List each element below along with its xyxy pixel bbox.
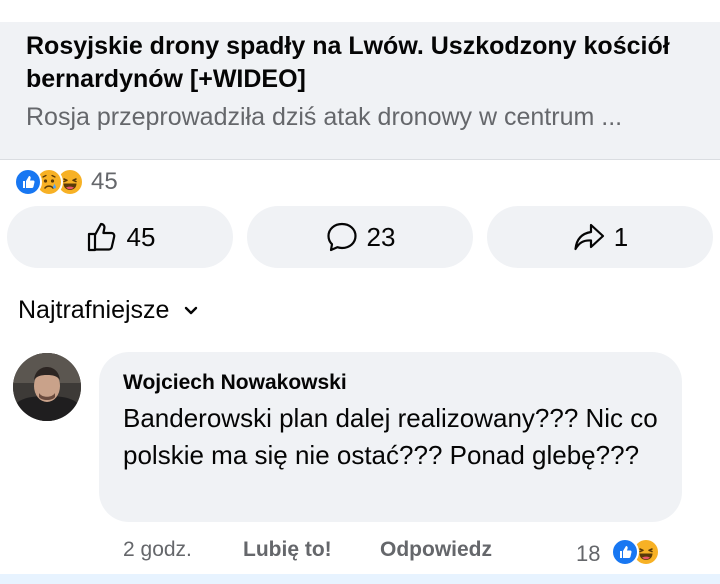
comment-reaction-icons[interactable]	[611, 538, 660, 566]
comment-timestamp[interactable]: 2 godz.	[123, 538, 192, 562]
link-description: Rosja przeprowadziła dziś atak dronowy w…	[26, 103, 623, 131]
share-icon	[574, 223, 604, 251]
thumbs-up-icon	[87, 222, 115, 252]
reaction-count: 45	[91, 168, 118, 195]
link-title[interactable]: Rosyjskie drony spadły na Lwów. Uszkodzo…	[26, 30, 696, 96]
link-preview-card[interactable]: Rosyjskie drony spadły na Lwów. Uszkodzo…	[0, 22, 720, 160]
comment-reaction-count[interactable]: 18	[576, 541, 600, 567]
share-count: 1	[613, 221, 629, 252]
like-count: 45	[126, 221, 156, 252]
like-button[interactable]: 45	[7, 206, 233, 268]
comment-like-link[interactable]: Lubię to!	[243, 538, 332, 562]
comment-text: Banderowski plan dalej realizowany??? Ni…	[123, 403, 658, 470]
like-icon	[611, 538, 639, 566]
comment-button[interactable]: 23	[247, 206, 473, 268]
comment-sort-dropdown[interactable]: Najtrafniejsze	[18, 296, 199, 325]
comment-icon	[326, 222, 357, 252]
next-comment-edge	[0, 574, 720, 584]
avatar[interactable]	[13, 353, 81, 421]
comment-author[interactable]: Wojciech Nowakowski	[123, 370, 658, 396]
comment-reply-link[interactable]: Odpowiedz	[380, 538, 492, 562]
comment-bubble: Wojciech Nowakowski Banderowski plan dal…	[99, 352, 682, 522]
sort-label: Najtrafniejsze	[18, 296, 170, 324]
like-icon	[14, 168, 42, 196]
comment-count: 23	[366, 221, 396, 252]
share-button[interactable]: 1	[487, 206, 713, 268]
chevron-down-icon	[185, 306, 198, 314]
reaction-summary[interactable]: 45	[14, 166, 118, 198]
